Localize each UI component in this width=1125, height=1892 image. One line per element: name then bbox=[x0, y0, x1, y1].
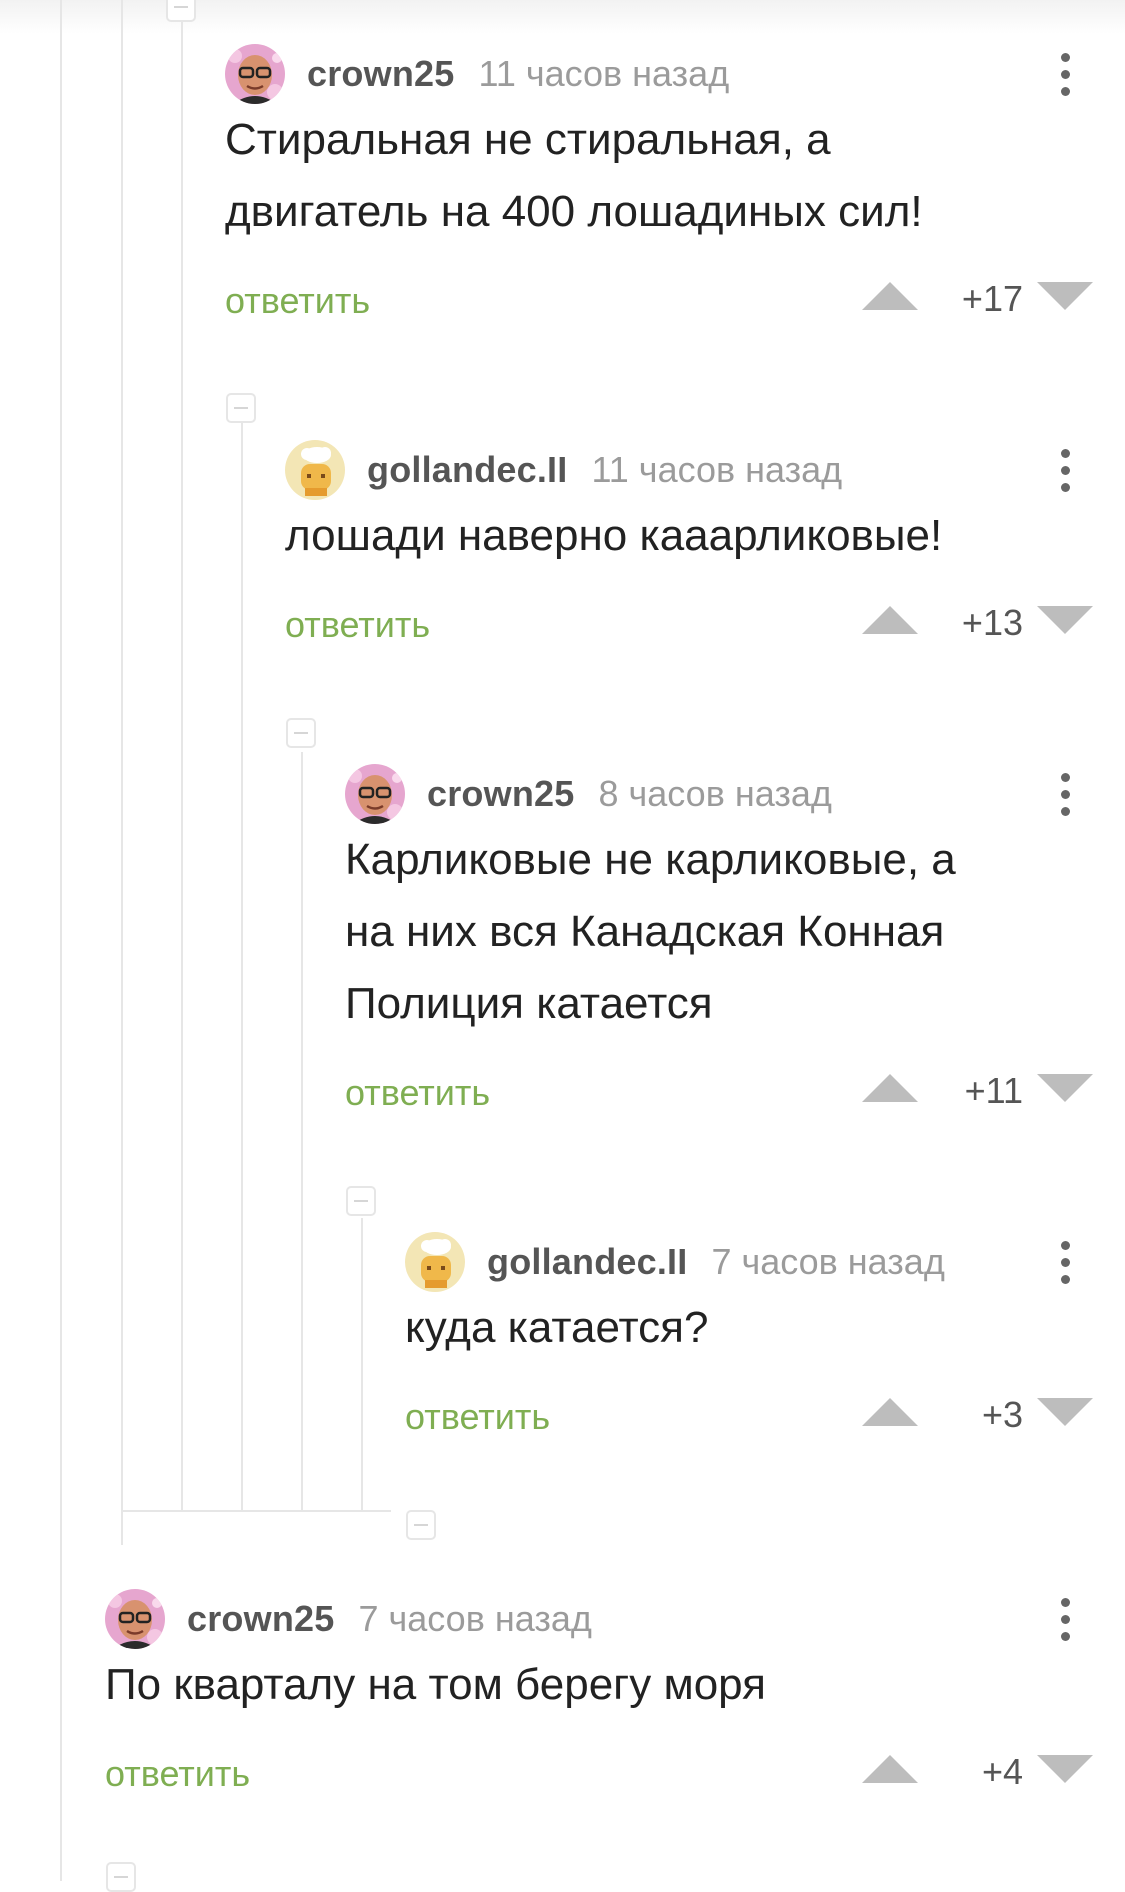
comment-text-line: на них вся Канадская Конная bbox=[345, 907, 945, 956]
comment: crown25 8 часов назад Карликовые не карл… bbox=[345, 762, 1125, 1152]
comment-text: куда катается? bbox=[405, 1292, 708, 1364]
collapse-thread-button[interactable] bbox=[406, 1510, 436, 1540]
comment: crown25 7 часов назад По кварталу на том… bbox=[105, 1587, 1125, 1837]
comment-header: crown25 11 часов назад bbox=[225, 42, 1125, 106]
reply-link[interactable]: ответить bbox=[285, 604, 430, 646]
comment-header: gollandec.II 7 часов назад bbox=[405, 1230, 1125, 1294]
comment: crown25 11 часов назад Стиральная не сти… bbox=[225, 42, 1125, 362]
reply-link[interactable]: ответить bbox=[345, 1072, 490, 1114]
comment-text: По кварталу на том берегу моря bbox=[105, 1649, 766, 1721]
comment-text-line: лошади наверно кааарликовые! bbox=[285, 511, 943, 560]
vote-control: +11 bbox=[862, 1070, 1093, 1111]
collapse-thread-button[interactable] bbox=[346, 1186, 376, 1216]
more-options-icon[interactable] bbox=[1053, 50, 1077, 98]
username[interactable]: crown25 bbox=[427, 773, 574, 815]
thread-line bbox=[60, 0, 62, 1881]
collapse-thread-button[interactable] bbox=[106, 1862, 136, 1892]
timestamp: 11 часов назад bbox=[478, 53, 730, 94]
thread-join-line bbox=[121, 1510, 391, 1512]
upvote-arrow-icon[interactable] bbox=[862, 1755, 918, 1783]
rating-score: +13 bbox=[961, 602, 1023, 643]
vote-control: +17 bbox=[862, 278, 1093, 319]
upvote-arrow-icon[interactable] bbox=[862, 282, 918, 310]
timestamp: 7 часов назад bbox=[711, 1241, 945, 1282]
comment-text-line: куда катается? bbox=[405, 1303, 709, 1352]
more-options-icon[interactable] bbox=[1053, 1238, 1077, 1286]
reply-link[interactable]: ответить bbox=[105, 1753, 250, 1795]
thread-line bbox=[181, 20, 183, 1512]
reply-link[interactable]: ответить bbox=[225, 280, 370, 322]
comment: gollandec.II 7 часов назад куда катается… bbox=[405, 1230, 1125, 1480]
downvote-arrow-icon[interactable] bbox=[1037, 1074, 1093, 1102]
downvote-arrow-icon[interactable] bbox=[1037, 1755, 1093, 1783]
timestamp: 7 часов назад bbox=[358, 1598, 592, 1639]
upvote-arrow-icon[interactable] bbox=[862, 606, 918, 634]
collapse-thread-button[interactable] bbox=[226, 393, 256, 423]
downvote-arrow-icon[interactable] bbox=[1037, 282, 1093, 310]
vote-control: +13 bbox=[862, 602, 1093, 643]
rating-score: +17 bbox=[961, 278, 1023, 319]
vote-control: +4 bbox=[862, 1751, 1093, 1792]
username[interactable]: crown25 bbox=[187, 1598, 334, 1640]
more-options-icon[interactable] bbox=[1053, 446, 1077, 494]
comment-text: Карликовые не карликовые, а на них вся Ка… bbox=[345, 824, 956, 1040]
username[interactable]: gollandec.II bbox=[487, 1241, 687, 1283]
avatar[interactable] bbox=[105, 1589, 165, 1649]
comment-text-line: Стиральная не стиральная, а bbox=[225, 115, 831, 164]
timestamp: 8 часов назад bbox=[598, 773, 832, 814]
timestamp: 11 часов назад bbox=[591, 449, 843, 490]
comment-text-line: Полиция катается bbox=[345, 979, 713, 1028]
comment-text-line: Карликовые не карликовые, а bbox=[345, 835, 956, 884]
avatar[interactable] bbox=[225, 44, 285, 104]
comment-text: лошади наверно кааарликовые! bbox=[285, 500, 942, 572]
username[interactable]: crown25 bbox=[307, 53, 454, 95]
downvote-arrow-icon[interactable] bbox=[1037, 1398, 1093, 1426]
collapse-thread-button[interactable] bbox=[286, 718, 316, 748]
avatar[interactable] bbox=[345, 764, 405, 824]
downvote-arrow-icon[interactable] bbox=[1037, 606, 1093, 634]
vote-control: +3 bbox=[862, 1394, 1093, 1435]
collapse-thread-button[interactable] bbox=[166, 0, 196, 22]
comment-header: gollandec.II 11 часов назад bbox=[285, 438, 1125, 502]
reply-link[interactable]: ответить bbox=[405, 1396, 550, 1438]
avatar[interactable] bbox=[405, 1232, 465, 1292]
comment-header: crown25 8 часов назад bbox=[345, 762, 1125, 826]
username[interactable]: gollandec.II bbox=[367, 449, 567, 491]
avatar[interactable] bbox=[285, 440, 345, 500]
comment-text-line: двигатель на 400 лошадиных сил! bbox=[225, 187, 923, 236]
rating-score: +4 bbox=[981, 1751, 1023, 1792]
comment-header: crown25 7 часов назад bbox=[105, 1587, 1125, 1651]
thread-line bbox=[301, 752, 303, 1512]
thread-line bbox=[361, 1218, 363, 1512]
comment: gollandec.II 11 часов назад лошади навер… bbox=[285, 438, 1125, 688]
comment-text: Стиральная не стиральная, а двигатель на … bbox=[225, 104, 923, 248]
more-options-icon[interactable] bbox=[1053, 1595, 1077, 1643]
comment-text-line: По кварталу на том берегу моря bbox=[105, 1660, 766, 1709]
rating-score: +3 bbox=[981, 1394, 1023, 1435]
upvote-arrow-icon[interactable] bbox=[862, 1398, 918, 1426]
more-options-icon[interactable] bbox=[1053, 770, 1077, 818]
upvote-arrow-icon[interactable] bbox=[862, 1074, 918, 1102]
thread-line bbox=[241, 420, 243, 1512]
thread-line bbox=[121, 0, 123, 1545]
rating-score: +11 bbox=[964, 1070, 1023, 1111]
